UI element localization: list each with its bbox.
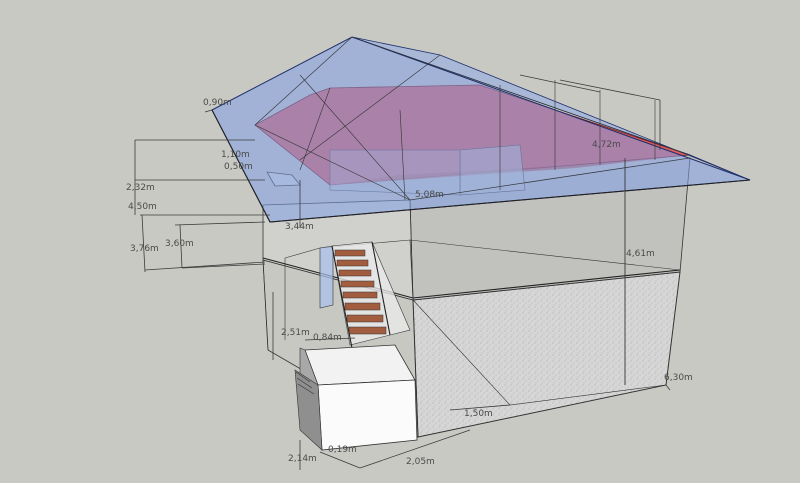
dim-label-232: 2,32m xyxy=(126,183,155,193)
dim-label-508: 5,08m xyxy=(415,190,444,200)
dim-label-450: 4,50m xyxy=(128,202,157,212)
ground-floor-right-wall xyxy=(412,271,681,438)
stair-step xyxy=(346,314,384,323)
dim-label-376: 3,76m xyxy=(130,244,159,254)
stair-step xyxy=(336,259,369,267)
dim-label-461: 4,61m xyxy=(626,249,655,259)
dim-label-110: 1,10m xyxy=(221,150,250,160)
dim-label-344: 3,44m xyxy=(285,222,314,232)
stair-step xyxy=(334,249,366,257)
stair-step xyxy=(340,280,375,288)
dim-label-090: 0,90m xyxy=(203,98,232,108)
entrance-box xyxy=(294,344,418,451)
stair-step xyxy=(344,302,381,311)
dim-label-630: 6,30m xyxy=(664,373,693,383)
stair-step xyxy=(338,269,372,277)
dim-label-472: 4,72m xyxy=(592,140,621,150)
stair-step xyxy=(342,291,378,299)
dim-label-360: 3,60m xyxy=(165,239,194,249)
dim-label-251: 2,51m xyxy=(281,328,310,338)
stair-step xyxy=(348,326,387,335)
dim-label-150: 1,50m xyxy=(464,409,493,419)
dim-label-050: 0,50m xyxy=(224,162,253,172)
dim-label-205: 2,05m xyxy=(406,457,435,467)
dim-label-019: 0,19m xyxy=(328,445,357,455)
house-3d-model: 0,90m 1,10m 0,50m 2,32m 4,50m 3,76m 3,60… xyxy=(126,36,751,470)
dim-label-214: 2,14m xyxy=(288,454,317,464)
sketchup-viewport[interactable]: 0,90m 1,10m 0,50m 2,32m 4,50m 3,76m 3,60… xyxy=(0,0,800,478)
dim-label-084: 0,84m xyxy=(313,333,342,343)
